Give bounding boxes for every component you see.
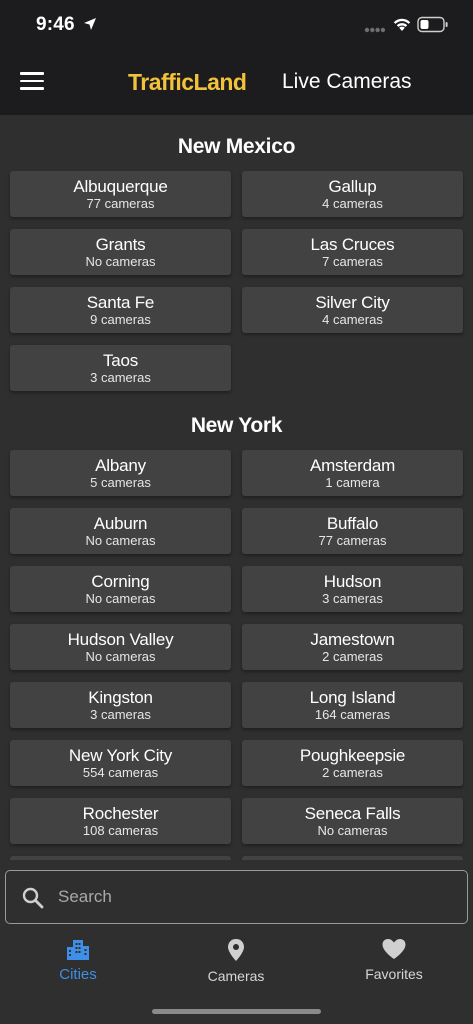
city-item-amsterdam[interactable]: Amsterdam 1 camera — [242, 450, 463, 496]
camera-count: 3 cameras — [322, 591, 383, 606]
city-item-santa-fe[interactable]: Santa Fe 9 cameras — [10, 287, 231, 333]
city-item-poughkeepsie[interactable]: Poughkeepsie 2 cameras — [242, 740, 463, 786]
tab-label: Cities — [59, 966, 97, 983]
city-name: New York City — [68, 746, 173, 765]
city-name: Long Island — [309, 688, 396, 707]
location-arrow-icon — [84, 18, 96, 30]
city-item-auburn[interactable]: Auburn No cameras — [10, 508, 231, 554]
camera-count: 7 cameras — [322, 254, 383, 269]
tab-label: Cameras — [207, 968, 265, 984]
city-item-hudson[interactable]: Hudson 3 cameras — [242, 566, 463, 612]
city-item-rochester[interactable]: Rochester 108 cameras — [10, 798, 231, 844]
home-indicator[interactable] — [152, 1009, 321, 1014]
city-name: Auburn — [93, 514, 148, 533]
city-item-corning[interactable]: Corning No cameras — [10, 566, 231, 612]
map-pin-icon — [228, 939, 244, 961]
city-item-buffalo[interactable]: Buffalo 77 cameras — [242, 508, 463, 554]
camera-count: 554 cameras — [82, 765, 159, 780]
camera-count: 2 cameras — [322, 649, 383, 664]
city-name: Hudson Valley — [67, 630, 174, 649]
city-name: Seneca Falls — [304, 804, 401, 823]
state-header-new-york: New York — [190, 414, 283, 437]
camera-count: 164 cameras — [314, 707, 391, 722]
state-header-new-mexico: New Mexico — [177, 135, 296, 158]
tab-label: Favorites — [365, 966, 423, 982]
wifi-icon — [393, 18, 411, 31]
city-item-seneca-falls[interactable]: Seneca Falls No cameras — [242, 798, 463, 844]
camera-count: 3 cameras — [90, 370, 151, 385]
city-name: Taos — [102, 351, 139, 370]
city-name: Poughkeepsie — [299, 746, 406, 765]
city-item-kingston[interactable]: Kingston 3 cameras — [10, 682, 231, 728]
city-item-jamestown[interactable]: Jamestown 2 cameras — [242, 624, 463, 670]
city-name: Kingston — [88, 688, 153, 707]
search-area — [0, 860, 473, 930]
camera-count: 1 camera — [325, 475, 380, 490]
search-icon — [22, 887, 44, 909]
nav-bar: TrafficLand Live Cameras — [0, 50, 473, 115]
camera-count: No cameras — [85, 254, 156, 269]
tab-favorites[interactable]: Favorites — [334, 938, 454, 990]
status-time: 9:46 — [36, 14, 75, 35]
camera-count: 4 cameras — [322, 312, 383, 327]
city-item-hudson-valley[interactable]: Hudson Valley No cameras — [10, 624, 231, 670]
signal-dots-icon — [364, 27, 386, 33]
city-item-silver-city[interactable]: Silver City 4 cameras — [242, 287, 463, 333]
camera-count: No cameras — [317, 823, 388, 838]
city-name: Silver City — [315, 293, 390, 312]
search-input[interactable] — [58, 883, 448, 911]
city-name: Buffalo — [326, 514, 379, 533]
city-item-albany[interactable]: Albany 5 cameras — [10, 450, 231, 496]
camera-count: No cameras — [85, 591, 156, 606]
battery-icon — [417, 16, 448, 33]
city-item-new-york-city[interactable]: New York City 554 cameras — [10, 740, 231, 786]
city-list[interactable]: New Mexico Albuquerque 77 cameras Gallup… — [0, 115, 473, 860]
city-name: Santa Fe — [86, 293, 155, 312]
tab-cameras[interactable]: Cameras — [176, 938, 296, 990]
trafficland-logo: TrafficLand — [106, 58, 247, 108]
camera-count: 108 cameras — [82, 823, 159, 838]
camera-count: 2 cameras — [322, 765, 383, 780]
search-box[interactable] — [5, 870, 468, 924]
tab-cities[interactable]: Cities — [18, 938, 138, 990]
status-bar: 9:46 — [0, 0, 473, 50]
page-title: Live Cameras — [282, 70, 412, 93]
camera-count: 9 cameras — [90, 312, 151, 327]
city-name: Grants — [95, 235, 146, 254]
city-name: Rochester — [82, 804, 159, 823]
logo-text: TrafficLand — [128, 69, 247, 95]
city-name: Corning — [91, 572, 150, 591]
camera-count: 3 cameras — [90, 707, 151, 722]
city-name: Albuquerque — [73, 177, 168, 196]
city-item-long-island[interactable]: Long Island 164 cameras — [242, 682, 463, 728]
city-item-gallup[interactable]: Gallup 4 cameras — [242, 171, 463, 217]
city-item-las-cruces[interactable]: Las Cruces 7 cameras — [242, 229, 463, 275]
city-icon — [67, 940, 89, 960]
city-name: Gallup — [328, 177, 377, 196]
camera-count: No cameras — [85, 533, 156, 548]
city-item-albuquerque[interactable]: Albuquerque 77 cameras — [10, 171, 231, 217]
city-item-taos[interactable]: Taos 3 cameras — [10, 345, 231, 391]
camera-count: No cameras — [85, 649, 156, 664]
city-name: Jamestown — [310, 630, 395, 649]
city-name: Las Cruces — [310, 235, 395, 254]
camera-count: 77 cameras — [318, 533, 387, 548]
hamburger-menu-icon[interactable] — [20, 72, 44, 92]
tab-bar: Cities Cameras Favorites — [0, 930, 473, 1024]
city-name: Albany — [95, 456, 146, 475]
camera-count: 4 cameras — [322, 196, 383, 211]
camera-count: 5 cameras — [90, 475, 151, 490]
heart-icon — [382, 939, 406, 959]
city-item-grants[interactable]: Grants No cameras — [10, 229, 231, 275]
city-name: Hudson — [323, 572, 382, 591]
city-name: Amsterdam — [309, 456, 396, 475]
camera-count: 77 cameras — [86, 196, 155, 211]
